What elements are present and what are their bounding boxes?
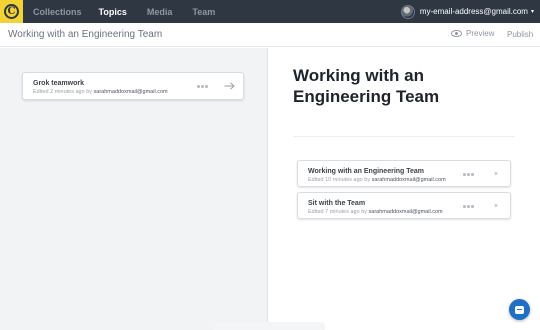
close-icon[interactable]: ×	[494, 203, 498, 210]
topics-panel: Grok teamwork Edited 2 minutes ago by sa…	[0, 48, 268, 330]
user-menu[interactable]: my-email-address@gmail.com ▾	[400, 0, 534, 23]
logo-icon[interactable]: C	[0, 0, 23, 23]
nav-item-topics[interactable]: Topics	[99, 7, 127, 17]
logo-letter: C	[4, 4, 19, 19]
page-title: Working with an Engineering Team	[8, 29, 163, 40]
topic-card-title: Grok teamwork	[33, 80, 84, 87]
subheader: Working with an Engineering Team Preview…	[0, 23, 540, 47]
topic-card-meta: Edited 2 minutes ago by sarahmaddoxmail@…	[33, 89, 168, 95]
divider	[293, 136, 515, 137]
scroll-shadow	[215, 322, 325, 330]
nav-item-collections[interactable]: Collections	[33, 7, 82, 17]
chat-button[interactable]	[509, 299, 530, 320]
collection-topic-meta: Edited 10 minutes ago by sarahmaddoxmail…	[308, 177, 446, 183]
eye-icon	[451, 30, 462, 37]
collection-topic-title: Sit with the Team	[308, 200, 366, 207]
nav-item-media[interactable]: Media	[147, 7, 173, 17]
more-dots-icon[interactable]	[463, 205, 474, 208]
top-nav: C Collections Topics Media Team my-email…	[0, 0, 540, 23]
topic-card[interactable]: Grok teamwork Edited 2 minutes ago by sa…	[22, 72, 244, 100]
avatar[interactable]	[400, 4, 415, 19]
collection-topic-card[interactable]: Working with an Engineering Team Edited …	[297, 160, 511, 187]
preview-button[interactable]: Preview	[451, 29, 494, 38]
more-dots-icon[interactable]	[463, 173, 474, 176]
chevron-down-icon[interactable]: ▾	[531, 8, 534, 15]
collection-topic-card[interactable]: Sit with the Team Edited 7 minutes ago b…	[297, 192, 511, 219]
chat-icon	[515, 305, 524, 314]
more-dots-icon[interactable]	[197, 85, 208, 88]
publish-button[interactable]: Publish	[507, 30, 533, 39]
nav-item-team[interactable]: Team	[192, 7, 215, 17]
arrow-right-icon[interactable]	[224, 82, 235, 90]
close-icon[interactable]: ×	[494, 171, 498, 178]
collection-panel: Working with an Engineering Team Working…	[269, 48, 540, 330]
user-email[interactable]: my-email-address@gmail.com	[420, 7, 528, 16]
preview-label: Preview	[466, 29, 495, 38]
collection-topic-meta: Edited 7 minutes ago by sarahmaddoxmail@…	[308, 209, 443, 215]
collection-title[interactable]: Working with an Engineering Team	[293, 65, 493, 107]
collection-topic-title: Working with an Engineering Team	[308, 168, 425, 175]
